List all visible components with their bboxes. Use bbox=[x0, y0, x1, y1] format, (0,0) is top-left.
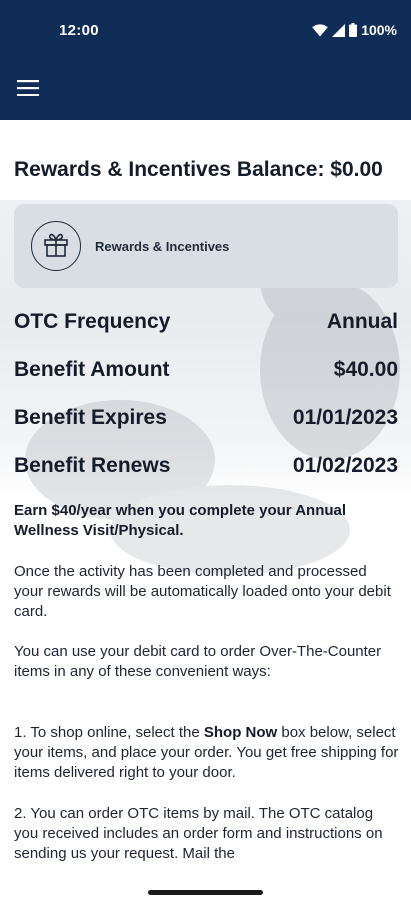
balance-title: Rewards & Incentives Balance: $0.00 bbox=[14, 158, 383, 181]
benefit-row-renews: Benefit Renews 01/02/2023 bbox=[14, 454, 398, 478]
use-card-paragraph: You can use your debit card to order Ove… bbox=[14, 643, 382, 680]
benefit-row-label: Benefit Expires bbox=[14, 406, 167, 429]
activity-paragraph: Once the activity has been completed and… bbox=[14, 563, 391, 620]
benefit-row-value: 01/02/2023 bbox=[292, 454, 398, 477]
battery-icon bbox=[349, 23, 358, 37]
benefit-row-label: Benefit Amount bbox=[14, 358, 170, 381]
benefit-row-label: Benefit Renews bbox=[14, 454, 171, 477]
status-bar: 12:00 100% bbox=[0, 0, 411, 62]
gift-icon-circle bbox=[31, 221, 81, 271]
battery-percent: 100% bbox=[361, 22, 397, 38]
step-2-paragraph: 2. You can order OTC items by mail. The … bbox=[14, 805, 383, 862]
shop-now-link: Shop Now bbox=[203, 724, 278, 741]
app-bar bbox=[0, 62, 411, 120]
main-content: Rewards & Incentives Balance: $0.00 Rewa… bbox=[0, 120, 411, 880]
benefit-row-frequency: OTC Frequency Annual bbox=[14, 310, 398, 334]
status-time: 12:00 bbox=[59, 22, 99, 39]
benefit-row-expires: Benefit Expires 01/01/2023 bbox=[14, 406, 398, 430]
signal-icon bbox=[332, 23, 346, 37]
hamburger-menu-icon bbox=[17, 79, 39, 101]
status-icons: 100% bbox=[312, 22, 397, 38]
rewards-incentives-card[interactable]: Rewards & Incentives bbox=[14, 204, 398, 288]
benefit-row-label: OTC Frequency bbox=[14, 310, 171, 333]
gift-icon bbox=[42, 230, 70, 263]
benefit-row-value: 01/01/2023 bbox=[292, 406, 398, 429]
menu-button[interactable] bbox=[12, 74, 44, 106]
wifi-icon bbox=[312, 23, 328, 37]
earn-text: Earn $40/year when you complete your Ann… bbox=[14, 502, 347, 539]
step-1-paragraph: 1. To shop online, select the Shop Now b… bbox=[14, 723, 399, 783]
benefit-row-value: $40.00 bbox=[333, 358, 398, 381]
step-1-prefix: 1. To shop online, select the bbox=[14, 724, 204, 741]
rewards-card-label: Rewards & Incentives bbox=[95, 239, 230, 254]
home-gesture-handle[interactable] bbox=[148, 890, 263, 895]
earn-paragraph: Earn $40/year when you complete your Ann… bbox=[14, 501, 399, 541]
benefit-row-value: Annual bbox=[326, 310, 398, 333]
benefit-row-amount: Benefit Amount $40.00 bbox=[14, 358, 398, 382]
